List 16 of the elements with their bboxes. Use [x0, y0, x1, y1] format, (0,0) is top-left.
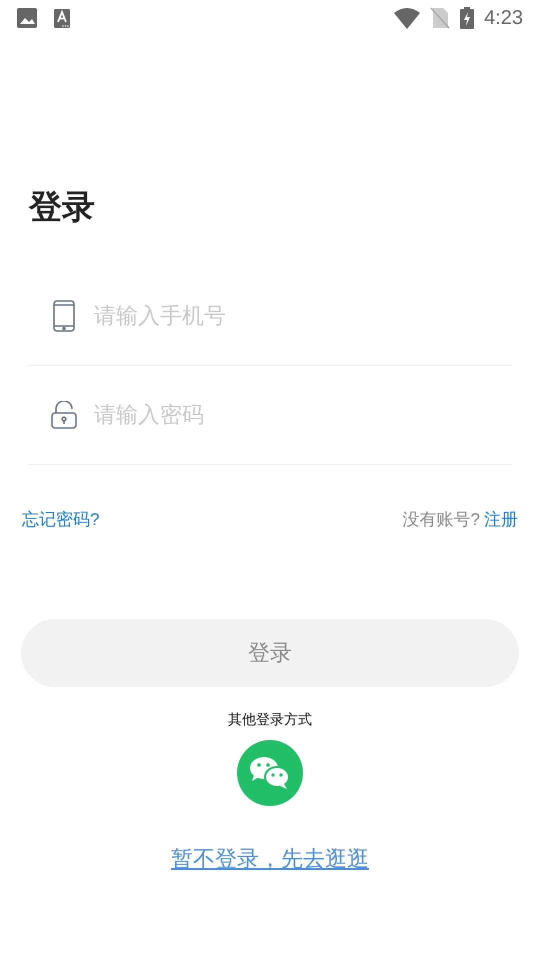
wifi-icon — [394, 8, 420, 28]
battery-charging-icon — [460, 7, 474, 29]
font-icon — [54, 8, 70, 28]
register-prompt: 没有账号? — [402, 509, 480, 531]
no-sim-icon — [430, 7, 450, 29]
image-icon — [17, 8, 37, 28]
wechat-login-icon[interactable] — [237, 740, 303, 806]
other-methods-label: 其他登录方式 — [228, 710, 312, 728]
clock-time: 4:23 — [484, 6, 523, 31]
phone-icon — [53, 300, 75, 332]
lock-icon — [51, 401, 77, 429]
skip-login-link[interactable]: 暂不登录，先去逛逛 — [171, 842, 369, 874]
register-link[interactable]: 注册 — [484, 507, 518, 532]
page-title: 登录 — [29, 187, 95, 227]
login-button[interactable]: 登录 — [21, 618, 519, 686]
forgot-password-link[interactable]: 忘记密码? — [22, 507, 100, 532]
